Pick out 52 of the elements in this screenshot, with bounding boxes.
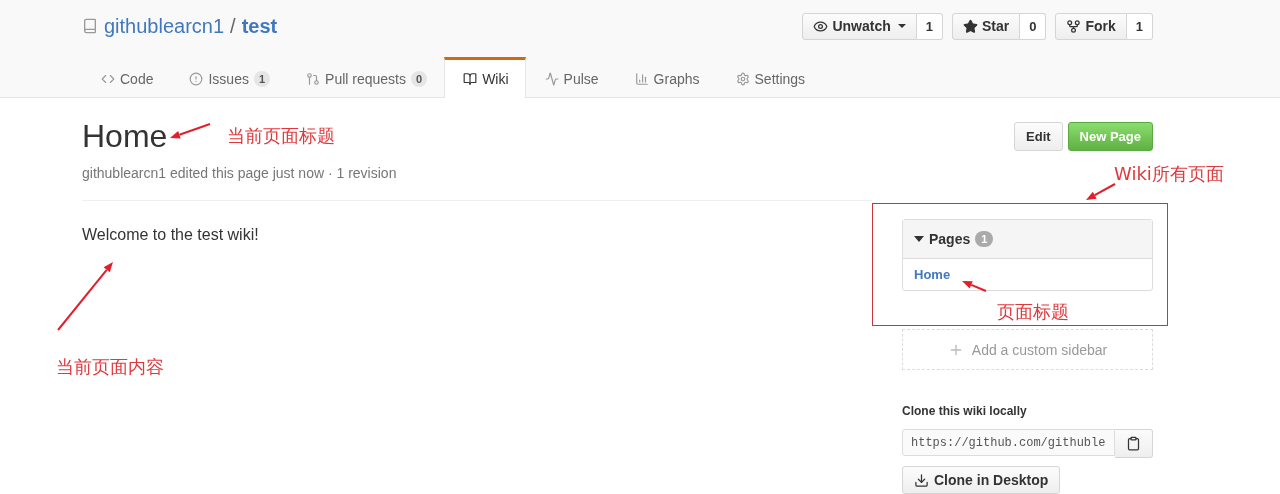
repo-name-link[interactable]: test (241, 14, 278, 38)
social-count[interactable]: 0 (1020, 12, 1047, 40)
annotation-text: Wiki所有页面 (1114, 162, 1224, 186)
repo-owner-link[interactable]: githublearcn1 (104, 14, 225, 38)
pull-request-icon (306, 72, 321, 86)
annotation-text: 当前页面标题 (227, 124, 335, 148)
counter: 0 (411, 71, 428, 87)
annotation-text: 页面标题 (997, 300, 1069, 324)
clipboard-icon (1126, 436, 1141, 451)
page-content: Welcome to the test wiki! (82, 226, 260, 244)
alert-circle-icon (189, 72, 204, 86)
download-icon (914, 472, 929, 488)
pages-header[interactable]: Pages 1 (903, 220, 1152, 259)
bar-chart-icon (634, 72, 649, 86)
page-meta: githublearcn1 edited this page just now · 1 revision (82, 165, 872, 201)
fork-button[interactable]: Fork (1055, 12, 1127, 40)
clone-url-field[interactable]: https://github.com/githuble (902, 429, 1115, 456)
pages-title: Pages (929, 231, 971, 247)
annotation-arrow (962, 281, 987, 292)
social-count[interactable]: 1 (1126, 12, 1153, 40)
nav-tab[interactable]: Settings (716, 57, 823, 98)
book-icon (463, 72, 478, 86)
repo-icon (82, 18, 98, 34)
clone-desktop-button[interactable]: Clone in Desktop (902, 466, 1061, 494)
nav-tab[interactable]: Code (82, 57, 171, 98)
code-icon (101, 72, 115, 86)
annotation-arrow (1086, 183, 1116, 200)
counter: 1 (253, 71, 271, 87)
page-title: Home (82, 118, 168, 154)
edit-button[interactable]: Edit (1014, 122, 1063, 151)
nav-tab[interactable]: Issues 1 (170, 57, 288, 98)
pages-count: 1 (975, 231, 994, 247)
copy-button[interactable] (1115, 429, 1153, 458)
watch-button[interactable]: Unwatch (802, 12, 917, 40)
star-button[interactable]: Star (951, 12, 1021, 40)
nav-tab[interactable]: Graphs (615, 57, 717, 98)
page-link[interactable]: Home (903, 259, 1152, 290)
fork-icon (1066, 18, 1082, 34)
caret-icon (897, 24, 906, 28)
eye-icon (813, 18, 829, 34)
annotation-arrow (170, 123, 211, 139)
nav-tab[interactable]: Pull requests 0 (287, 57, 445, 98)
star-icon (962, 18, 978, 34)
annotation-text: 当前页面内容 (56, 355, 164, 379)
clone-title: Clone this wiki locally (902, 404, 1028, 418)
nav-tab[interactable]: Pulse (525, 57, 616, 98)
social-count[interactable]: 1 (916, 12, 943, 40)
path-separator: / (230, 14, 236, 38)
annotation-arrow (57, 262, 113, 331)
nav-tab[interactable]: Wiki (444, 57, 526, 98)
settings-icon (735, 72, 750, 86)
pulse-icon (544, 72, 559, 86)
